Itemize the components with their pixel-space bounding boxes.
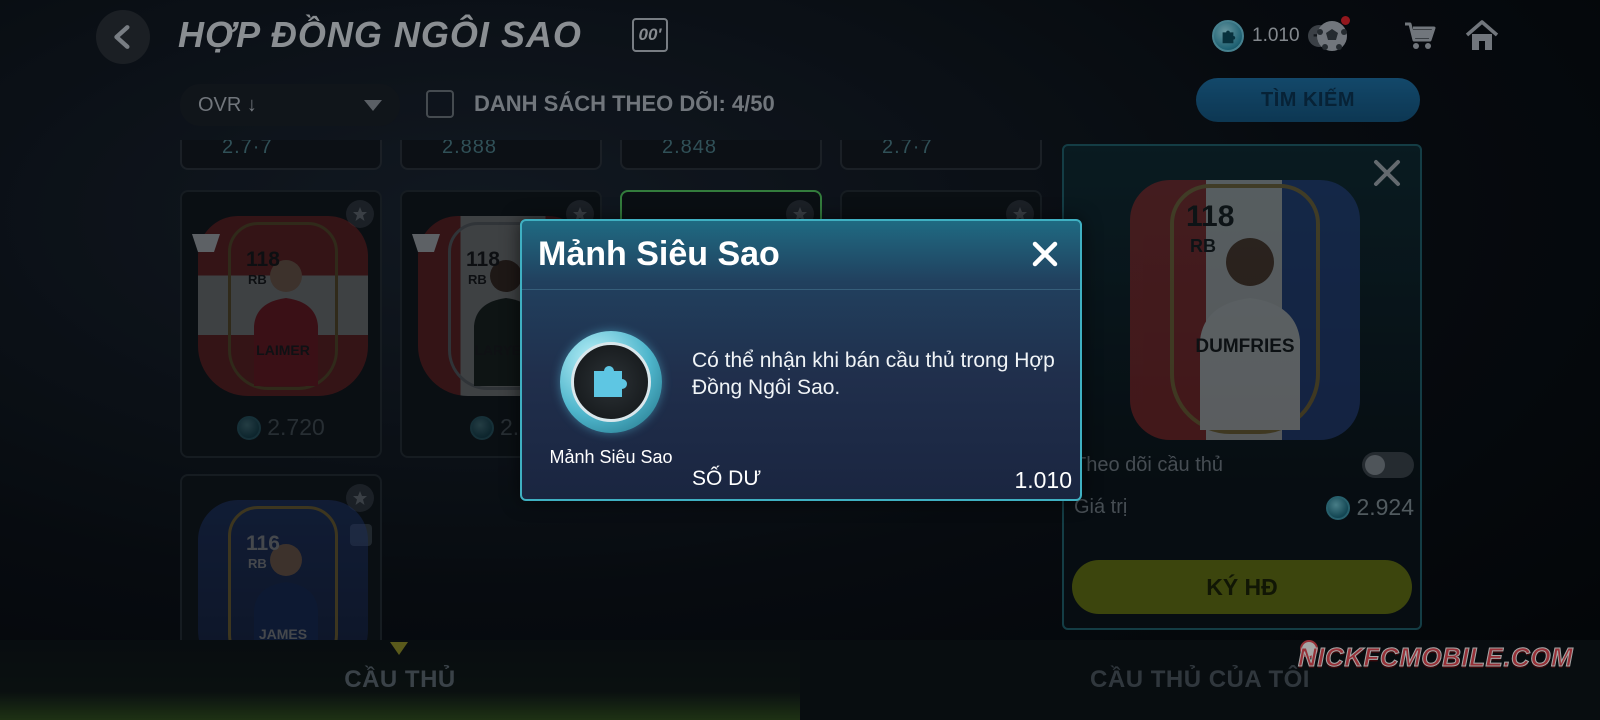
balance-label: SỐ DƯ <box>692 467 762 490</box>
item-info-modal: Mảnh Siêu Sao Mảnh Siêu Sao Có thể nhận … <box>520 219 1082 501</box>
game-screen: HỢP ĐỒNG NGÔI SAO 00' 1.010 + OVR ↓ <box>0 0 1600 720</box>
modal-divider <box>522 289 1080 290</box>
close-icon[interactable] <box>1028 237 1062 271</box>
star-fragment-medal <box>560 331 662 433</box>
balance-value: 1.010 <box>1014 467 1072 493</box>
item-name: Mảnh Siêu Sao <box>549 447 673 467</box>
item-description: Có thể nhận khi bán cầu thủ trong Hợp Đồ… <box>692 349 1055 399</box>
puzzle-piece-icon <box>594 365 627 397</box>
modal-title: Mảnh Siêu Sao <box>538 235 780 273</box>
